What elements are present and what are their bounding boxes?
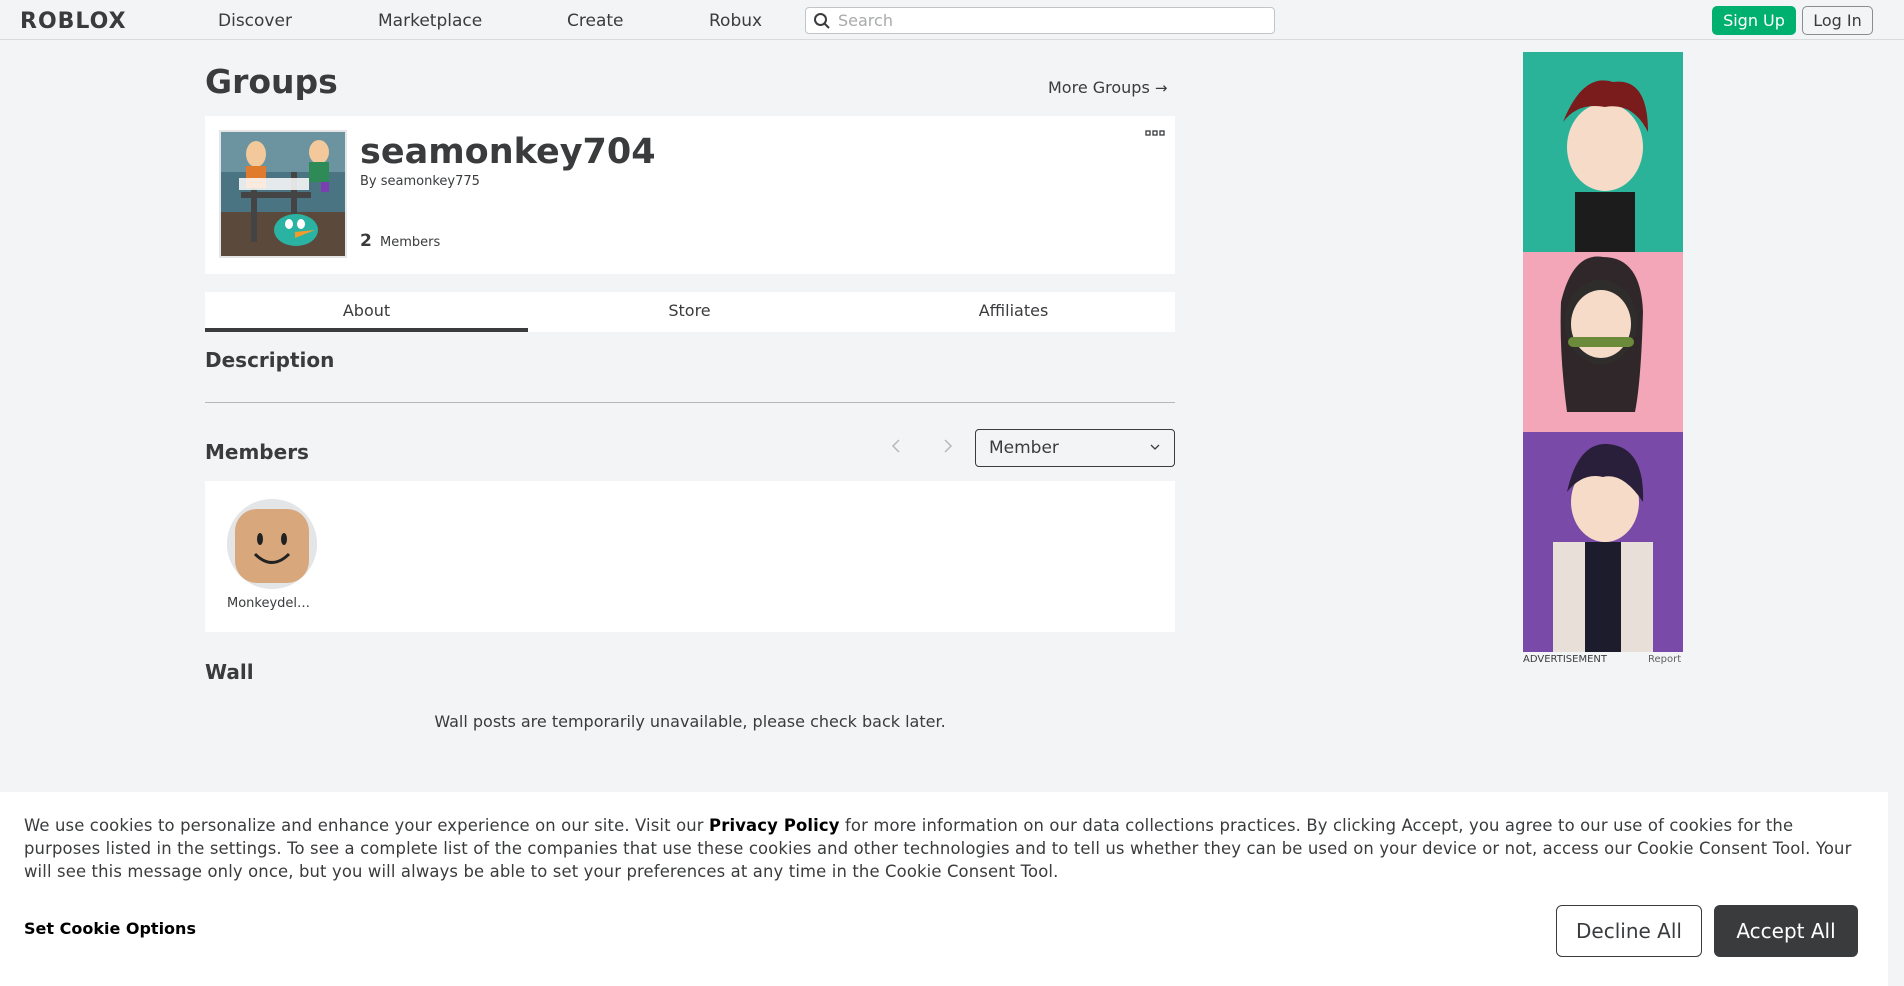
search-input[interactable] xyxy=(838,10,1258,31)
cookie-consent-banner: We use cookies to personalize and enhanc… xyxy=(0,792,1888,986)
nav-link-robux[interactable]: Robux xyxy=(709,11,762,31)
cookie-text-part1: We use cookies to personalize and enhanc… xyxy=(24,816,710,835)
top-navigation-bar: ROBLOX Discover Marketplace Create Robux… xyxy=(0,0,1904,40)
advertisement-label: ADVERTISEMENT xyxy=(1523,654,1608,665)
group-emblem xyxy=(219,130,347,258)
set-cookie-options-link[interactable]: Set Cookie Options xyxy=(24,919,196,938)
search-box[interactable] xyxy=(805,7,1275,34)
log-in-button[interactable]: Log In xyxy=(1802,6,1873,35)
avatar-headshot-image xyxy=(227,499,317,589)
group-member-count: 2 Members xyxy=(360,231,440,251)
by-label: By xyxy=(360,174,377,189)
group-emblem-image xyxy=(221,132,345,256)
wall-unavailable-message: Wall posts are temporarily unavailable, … xyxy=(434,712,946,731)
advertisement-banner[interactable] xyxy=(1523,52,1683,652)
arrow-right-icon: → xyxy=(1154,79,1168,97)
page-scrollbar[interactable] xyxy=(1888,40,1904,986)
chevron-left-icon[interactable] xyxy=(886,435,906,457)
member-count-label: Members xyxy=(379,235,441,250)
nav-link-discover[interactable]: Discover xyxy=(218,11,292,31)
more-groups-link[interactable]: More Groups → xyxy=(1048,78,1167,97)
roblox-logo[interactable]: ROBLOX xyxy=(20,9,127,34)
group-owner-link[interactable]: seamonkey775 xyxy=(381,174,480,189)
member-avatar[interactable] xyxy=(227,499,317,589)
group-tabs: About Store Affiliates xyxy=(205,292,1175,332)
member-count-value: 2 xyxy=(360,231,372,251)
members-heading: Members xyxy=(205,440,309,464)
description-heading: Description xyxy=(205,348,335,372)
tab-affiliates[interactable]: Affiliates xyxy=(852,292,1175,332)
role-select-value: Member xyxy=(989,438,1059,458)
cookie-consent-text: We use cookies to personalize and enhanc… xyxy=(24,814,1864,883)
nav-link-marketplace[interactable]: Marketplace xyxy=(378,11,482,31)
decline-all-button[interactable]: Decline All xyxy=(1556,905,1702,957)
advertisement-image xyxy=(1523,52,1683,652)
wall-heading: Wall xyxy=(205,660,254,684)
page-title: Groups xyxy=(205,62,338,101)
group-name: seamonkey704 xyxy=(360,132,656,172)
tab-store[interactable]: Store xyxy=(528,292,851,332)
sign-up-button[interactable]: Sign Up xyxy=(1712,6,1796,35)
search-icon xyxy=(814,13,830,29)
group-header-card: seamonkey704 By seamonkey775 2 Members xyxy=(205,116,1175,274)
nav-link-create[interactable]: Create xyxy=(567,11,624,31)
more-options-icon[interactable] xyxy=(1145,130,1165,138)
more-groups-label: More Groups xyxy=(1048,78,1150,97)
chevron-down-icon xyxy=(1150,444,1160,450)
group-owner-line: By seamonkey775 xyxy=(360,174,480,189)
role-select-dropdown[interactable]: Member xyxy=(975,429,1175,467)
chevron-right-icon[interactable] xyxy=(938,435,958,457)
section-divider xyxy=(205,402,1175,403)
accept-all-button[interactable]: Accept All xyxy=(1714,905,1858,957)
privacy-policy-link[interactable]: Privacy Policy xyxy=(709,816,840,835)
ad-report-link[interactable]: Report xyxy=(1648,654,1681,665)
tab-about[interactable]: About xyxy=(205,292,528,332)
members-list: Monkeydelu... xyxy=(205,481,1175,632)
member-name[interactable]: Monkeydelu... xyxy=(227,596,317,611)
